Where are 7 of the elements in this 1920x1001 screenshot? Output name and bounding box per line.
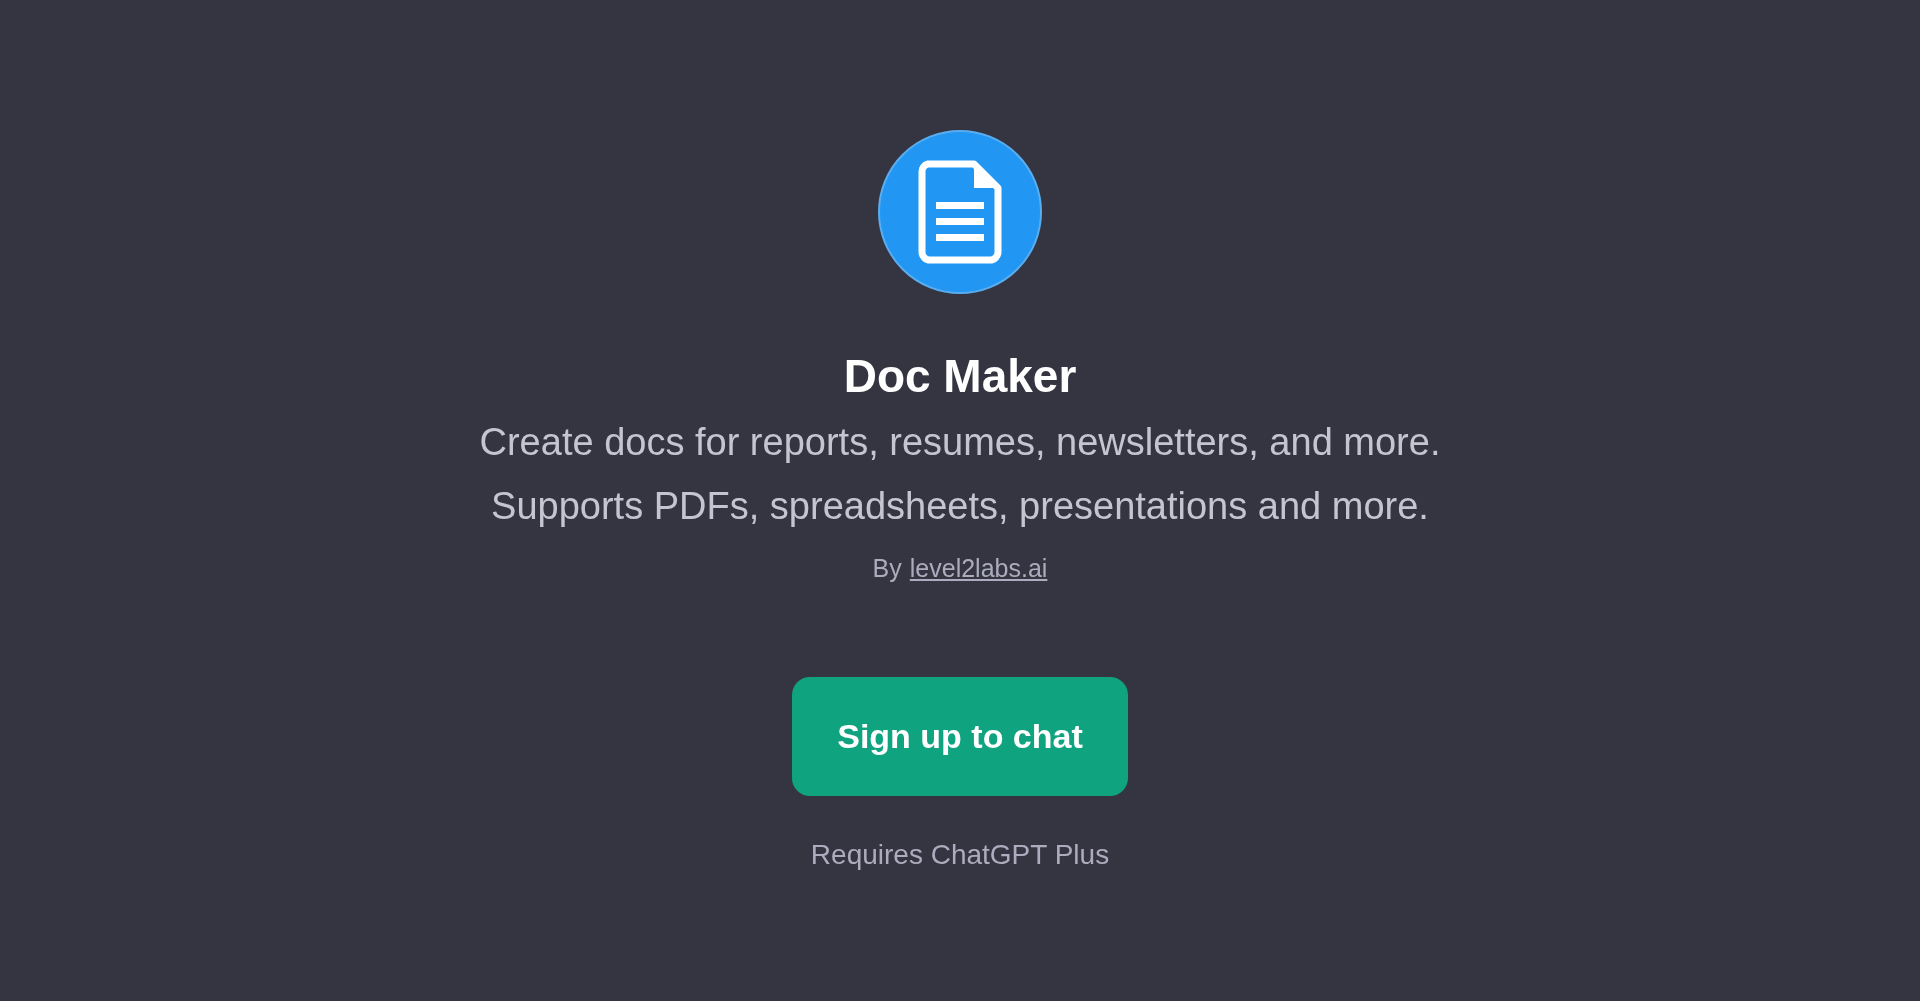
author-prefix: By (872, 552, 902, 584)
requirement-note: Requires ChatGPT Plus (810, 838, 1110, 872)
sign-up-button[interactable]: Sign up to chat (792, 677, 1128, 796)
gpt-description: Create docs for reports, resumes, newsletters, and more. Supports PDFs, spreadsheets, presentations and more. (478, 419, 1442, 529)
author-link[interactable]: level2labs.ai (909, 549, 1048, 587)
document-icon (918, 160, 1002, 264)
gpt-title: Doc Maker (843, 349, 1077, 404)
